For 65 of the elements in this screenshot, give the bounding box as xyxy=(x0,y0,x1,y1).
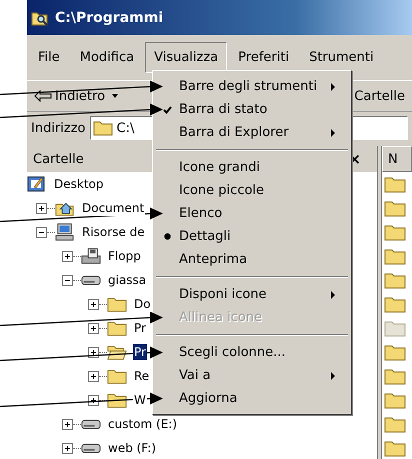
submenu-arrow-icon xyxy=(331,128,335,136)
tree-item[interactable]: Flopp xyxy=(107,248,142,264)
column-header[interactable]: N xyxy=(382,146,412,172)
submenu-arrow-icon xyxy=(331,290,335,298)
menu-bar-item[interactable]: File xyxy=(29,42,69,73)
folder-icon xyxy=(92,120,112,136)
expand-icon[interactable] xyxy=(88,370,99,382)
expand-icon[interactable] xyxy=(88,298,99,310)
expand-icon[interactable] xyxy=(88,394,99,406)
menu-item[interactable]: Elenco xyxy=(155,202,349,225)
folder-icon[interactable] xyxy=(384,199,406,217)
collapse-icon[interactable] xyxy=(36,226,47,238)
menu-item[interactable]: Scegli colonne... xyxy=(155,341,349,364)
expand-icon[interactable] xyxy=(88,346,99,358)
folder-icon[interactable] xyxy=(384,175,406,193)
open-folder-icon xyxy=(107,343,127,361)
folder-icon[interactable] xyxy=(384,295,406,313)
tree-item[interactable]: giassa xyxy=(107,272,148,288)
folder-icon[interactable] xyxy=(384,415,406,433)
back-button[interactable]: Indietro xyxy=(31,86,124,106)
folders-button[interactable]: Cartelle xyxy=(351,86,408,106)
folder-icon[interactable] xyxy=(384,343,406,361)
window-title: C:\Programmi xyxy=(55,10,164,26)
expand-icon[interactable] xyxy=(88,322,99,334)
expand-icon[interactable] xyxy=(62,442,73,454)
menu-item[interactable]: Icone grandi xyxy=(155,156,349,179)
expand-icon[interactable] xyxy=(62,418,73,430)
folder-icon[interactable] xyxy=(384,367,406,385)
tree-item[interactable]: Do xyxy=(133,296,152,312)
menu-bar-item[interactable]: Strumenti xyxy=(300,42,383,73)
folder-icon[interactable] xyxy=(384,391,406,409)
submenu-arrow-icon xyxy=(331,82,335,90)
floppy-drive-icon xyxy=(81,247,101,265)
menu-item[interactable]: Barra di stato xyxy=(155,98,349,121)
menu-item[interactable]: Aggiorna xyxy=(155,387,349,410)
tree-item[interactable]: web (F:) xyxy=(107,440,158,456)
tree-item[interactable]: Desktop xyxy=(53,176,104,192)
menu-item[interactable]: Disponi icone xyxy=(155,283,349,306)
menu-bar-item[interactable]: Modifica xyxy=(70,42,144,73)
menu-item[interactable]: Anteprima xyxy=(155,248,349,271)
tree-item[interactable]: Pr xyxy=(133,344,147,360)
folder-icon[interactable] xyxy=(384,271,406,289)
collapse-icon[interactable] xyxy=(62,274,73,286)
menu-item[interactable]: Icone piccole xyxy=(155,179,349,202)
menu-item[interactable]: Vai a xyxy=(155,364,349,387)
computer-icon xyxy=(55,223,75,241)
expand-icon[interactable] xyxy=(36,202,47,214)
back-arrow-icon xyxy=(34,90,52,102)
folder-icon xyxy=(107,367,127,385)
tree-item[interactable]: Document xyxy=(81,200,146,216)
tree-item[interactable]: custom (E:) xyxy=(107,416,178,432)
expand-icon[interactable] xyxy=(62,250,73,262)
folder-icon xyxy=(107,391,127,409)
pane-title: Cartelle xyxy=(33,152,84,166)
folder-icon[interactable] xyxy=(384,223,406,241)
submenu-arrow-icon xyxy=(331,372,335,380)
menu-item[interactable]: Barra di Explorer xyxy=(155,121,349,144)
folder-icon xyxy=(107,295,127,313)
folder-icon[interactable] xyxy=(384,439,406,457)
address-label: Indirizzo xyxy=(31,120,86,136)
menu-item[interactable]: Dettagli xyxy=(155,225,349,248)
menu-bar-item[interactable]: Preferiti xyxy=(229,42,298,73)
folder-search-icon xyxy=(31,10,49,26)
folder-icon xyxy=(107,319,127,337)
folder-icon[interactable] xyxy=(384,247,406,265)
